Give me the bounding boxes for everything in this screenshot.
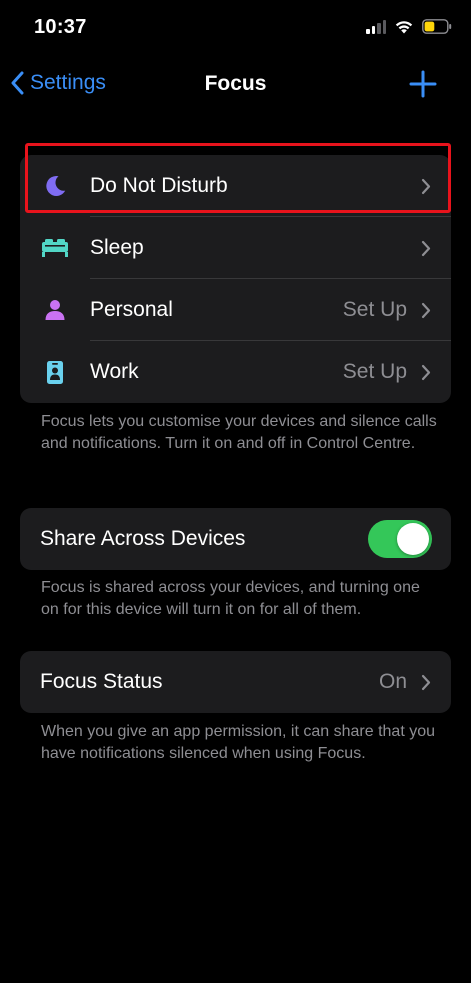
share-across-devices-footnote: Focus is shared across your devices, and… — [41, 579, 420, 618]
focus-mode-row-do-not-disturb[interactable]: Do Not Disturb — [20, 155, 451, 217]
row-value: On — [378, 670, 407, 693]
moon-icon — [41, 172, 69, 200]
toggle-knob — [397, 523, 429, 555]
chevron-right-icon — [421, 302, 431, 318]
share-across-devices-row: Share Across Devices — [20, 508, 451, 570]
bed-icon — [41, 234, 69, 262]
cellular-signal-icon — [366, 19, 386, 34]
row-label: Share Across Devices — [40, 527, 246, 550]
focus-status-group: Focus Status On — [20, 651, 451, 713]
row-label: Focus Status — [40, 670, 163, 693]
row-label: Work — [90, 360, 139, 383]
chevron-right-icon — [421, 674, 431, 690]
row-label: Personal — [90, 298, 173, 321]
focus-modes-footnote: Focus lets you customise your devices an… — [41, 413, 437, 452]
share-across-devices-toggle[interactable] — [368, 520, 432, 558]
share-across-devices-group: Share Across Devices — [20, 508, 451, 570]
focus-mode-row-personal[interactable]: Personal Set Up — [20, 279, 451, 341]
row-value: Set Up — [342, 298, 407, 321]
status-icons — [366, 19, 452, 34]
page-title: Focus — [204, 72, 267, 95]
id-badge-icon — [41, 358, 69, 386]
add-focus-button[interactable] — [409, 70, 437, 98]
chevron-right-icon — [421, 240, 431, 256]
row-label: Do Not Disturb — [90, 174, 228, 197]
focus-mode-row-work[interactable]: Work Set Up — [20, 341, 451, 403]
plus-icon — [409, 70, 437, 98]
focus-modes-list: Do Not Disturb Sleep Personal Set Up Wor… — [20, 155, 451, 403]
focus-status-row[interactable]: Focus Status On — [20, 651, 451, 713]
focus-status-footnote: When you give an app permission, it can … — [41, 723, 435, 762]
navigation-bar: Settings Focus — [0, 56, 471, 112]
status-time: 10:37 — [34, 16, 87, 38]
battery-icon — [422, 19, 452, 34]
row-label: Sleep — [90, 236, 144, 259]
person-icon — [41, 296, 69, 324]
wifi-icon — [394, 19, 414, 34]
chevron-right-icon — [421, 364, 431, 380]
row-value: Set Up — [342, 360, 407, 383]
focus-mode-row-sleep[interactable]: Sleep — [20, 217, 451, 279]
status-bar: 10:37 — [0, 0, 471, 56]
chevron-right-icon — [421, 178, 431, 194]
